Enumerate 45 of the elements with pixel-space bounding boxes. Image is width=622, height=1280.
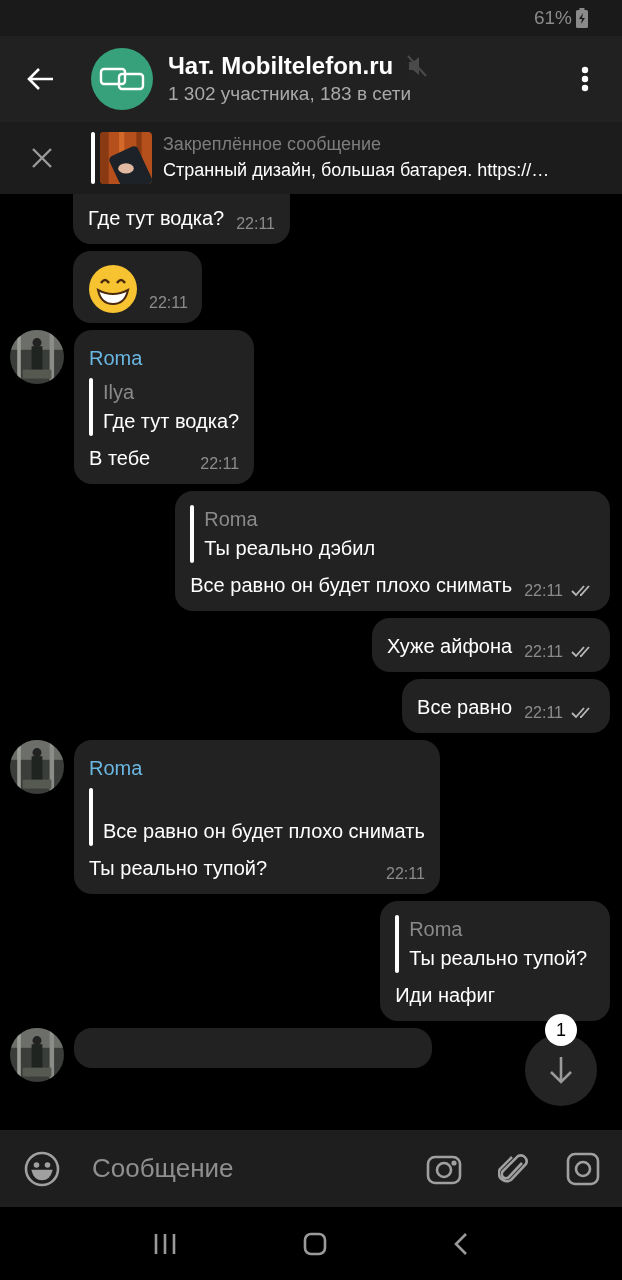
reply-bar [190,505,195,563]
reply-bar [89,788,93,846]
home-icon[interactable] [303,1231,327,1256]
group-avatar-icon [91,48,153,110]
reply-text: Ты реально тупой? [409,946,588,971]
message-time: 22:11 [524,642,563,662]
reply-bar [395,915,400,973]
message-text: Ты реально тупой? [89,856,268,881]
more-icon [581,66,589,92]
sender-name: Roma [89,756,144,781]
muted-speaker-icon [407,55,428,77]
emoji-icon[interactable] [24,1150,60,1187]
message-text: Хуже айфона [386,634,513,659]
message-time: 22:11 [386,864,425,884]
reply-author: Roma [409,917,464,942]
pinned-label: Закреплённое сообщение [163,133,383,156]
message-text: Все равно он будет плохо снимать [190,573,513,598]
back-icon[interactable] [453,1231,469,1256]
battery-level: 61% [533,5,572,30]
close-icon [32,148,52,168]
message-time: 22:11 [200,454,240,474]
chat-title: Чат. Mobiltelefon.ru [168,51,394,81]
reply-author: Roma [204,507,259,532]
pinned-text: Странный дизайн, большая батарея. https://… [163,159,550,182]
back-arrow-icon [26,67,54,91]
message-text: В тебе [89,446,151,471]
message-text: Иди нафиг [395,983,495,1008]
message-text: Все равно [417,695,513,720]
message-text: Где тут водка? [88,206,225,231]
down-arrow-icon [549,1056,573,1084]
battery-icon [576,8,588,28]
reply-text: Где тут водка? [103,409,240,434]
message-time: 22:11 [149,293,188,313]
message-time: 22:11 [524,703,563,723]
grinning-face-icon [87,263,139,315]
reply-bar [89,378,93,436]
camera-shutter-icon[interactable] [566,1151,600,1186]
reply-text: Ты реально дэбил [204,536,376,561]
chat-subtitle: 1 302 участника, 183 в сети [168,82,413,106]
sender-name: Roma [89,346,144,371]
recent-apps-icon[interactable] [153,1231,177,1256]
message-time: 22:11 [524,581,563,601]
reply-text: Все равно он будет плохо снимать [103,819,425,844]
message-time: 22:11 [236,214,275,234]
reply-author: Ilya [103,380,136,405]
